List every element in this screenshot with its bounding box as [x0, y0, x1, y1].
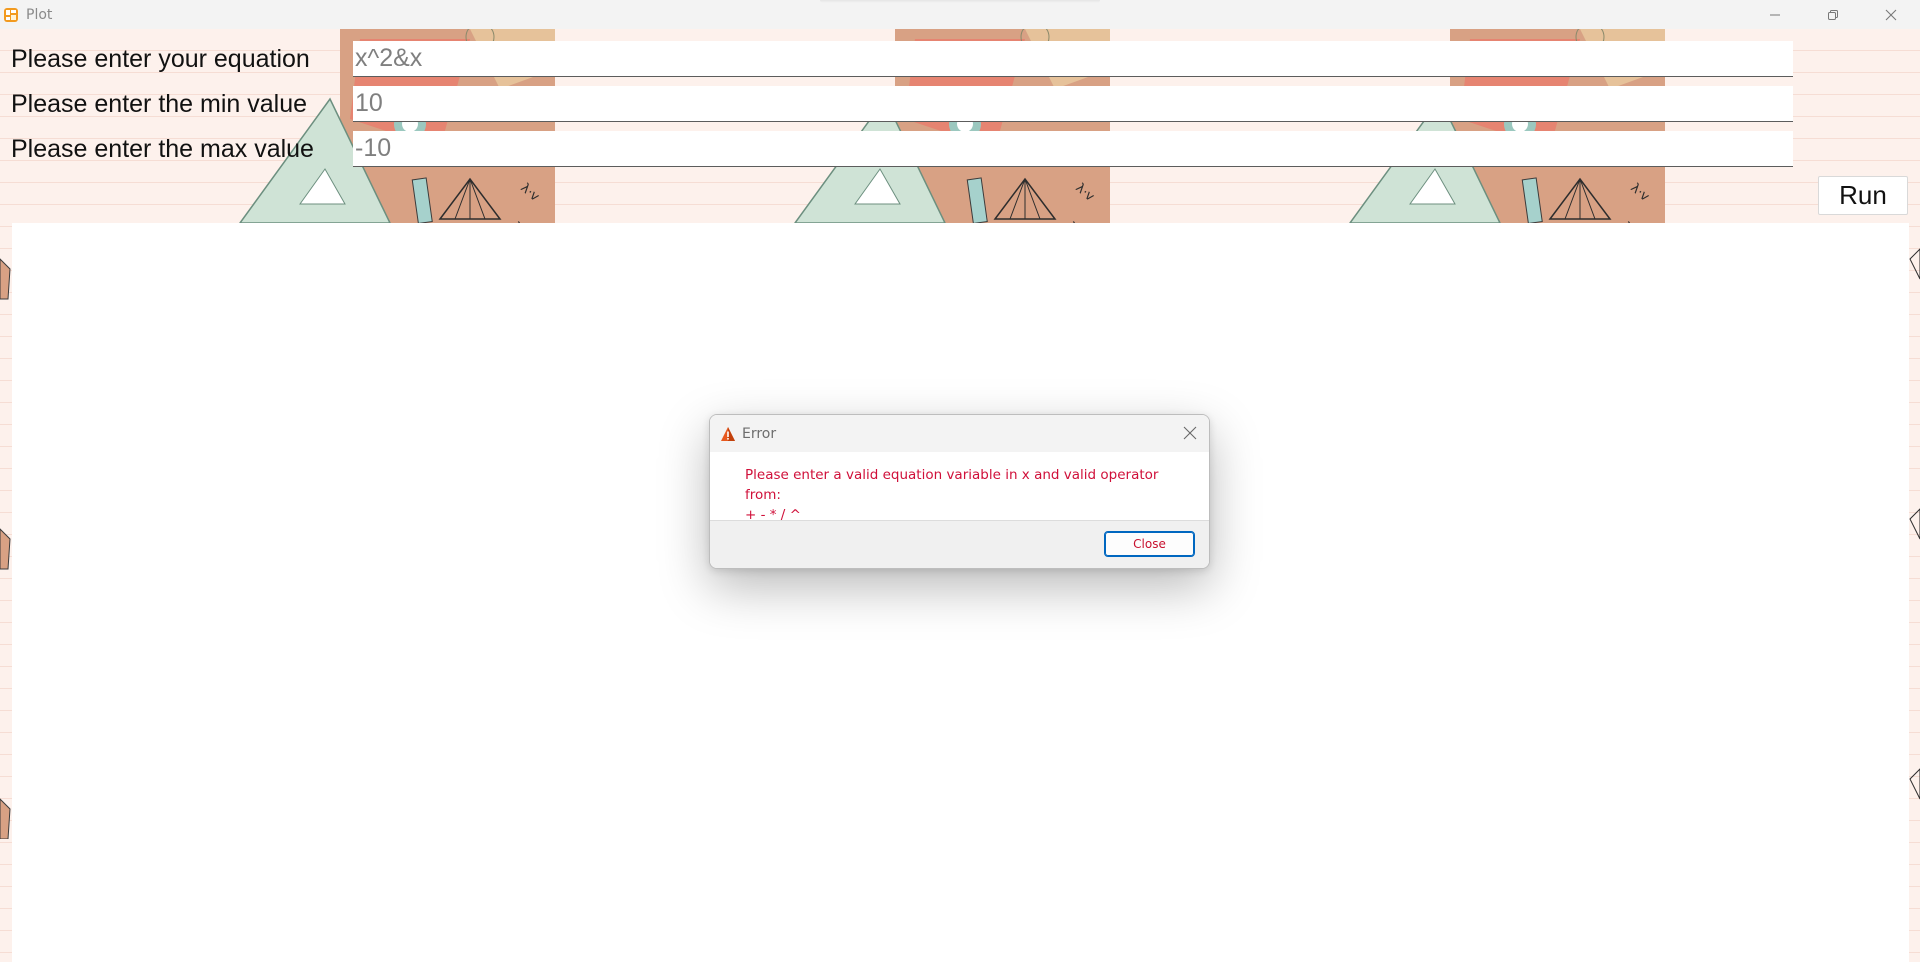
left-edge-decoration	[0, 258, 11, 839]
error-dialog: Error Please enter a valid equation vari…	[709, 414, 1210, 569]
min-value-label: Please enter the min value	[11, 89, 308, 118]
window-controls	[1746, 0, 1920, 29]
max-value-input[interactable]	[353, 131, 1793, 167]
dialog-footer: Close	[710, 520, 1209, 568]
run-button[interactable]: Run	[1818, 176, 1908, 215]
error-message: Please enter a valid equation variable i…	[745, 465, 1195, 525]
window-title: Plot	[26, 6, 53, 23]
dialog-close-icon[interactable]	[1181, 424, 1199, 442]
plot-canvas[interactable]	[12, 223, 1909, 962]
close-button[interactable]: Close	[1104, 531, 1195, 557]
restore-icon[interactable]	[1804, 0, 1862, 29]
plot-app-icon	[3, 7, 19, 23]
equation-label: Please enter your equation	[11, 44, 310, 73]
titlebar-shadow	[820, 0, 1100, 3]
error-message-line1: Please enter a valid equation variable i…	[745, 467, 1159, 503]
dialog-title: Error	[742, 425, 777, 442]
equation-input[interactable]	[353, 41, 1793, 77]
max-value-label: Please enter the max value	[11, 134, 314, 163]
minimize-icon[interactable]	[1746, 0, 1804, 29]
min-value-input[interactable]	[353, 86, 1793, 122]
dialog-titlebar: Error	[710, 415, 1209, 452]
close-icon[interactable]	[1862, 0, 1920, 29]
warning-icon	[720, 426, 736, 442]
window-titlebar: Plot	[0, 0, 1920, 29]
right-edge-decoration	[1909, 248, 1920, 800]
